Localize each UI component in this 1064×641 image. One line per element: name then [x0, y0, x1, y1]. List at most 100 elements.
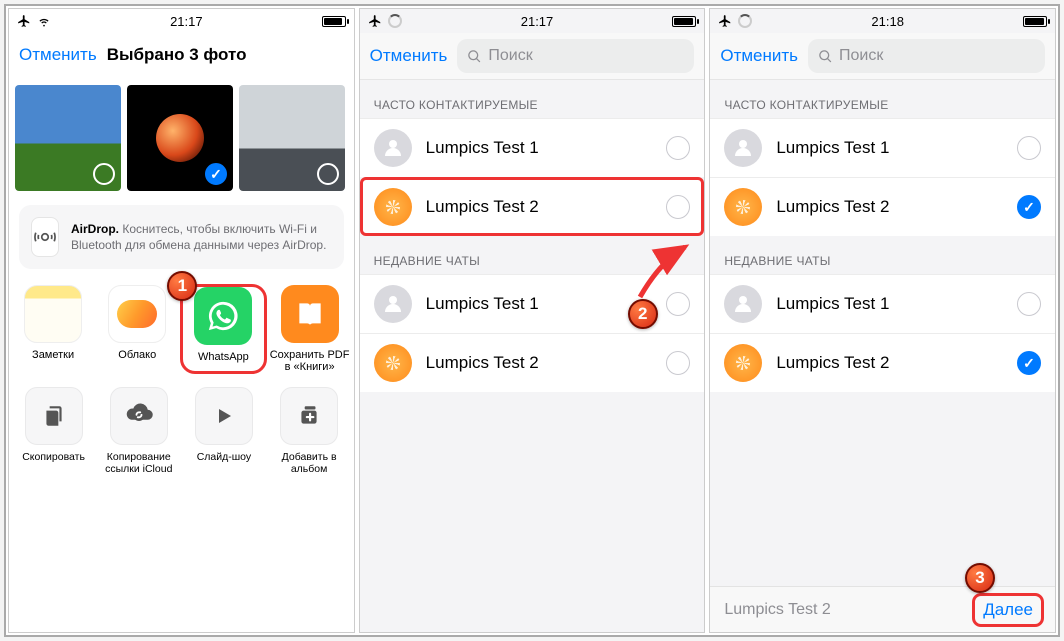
screen-contact-picker: 21:17 Отменить Поиск ЧАСТО КОНТАКТИРУЕМЫ…: [359, 8, 706, 633]
select-radio[interactable]: [666, 195, 690, 219]
search-icon: [818, 49, 833, 64]
step-badge-3: 3: [965, 563, 995, 593]
status-time: 21:18: [871, 14, 904, 29]
action-icloud-link[interactable]: Копирование ссылки iCloud: [98, 387, 179, 475]
contact-row[interactable]: Lumpics Test 1: [360, 118, 705, 177]
status-bar: 21:17: [9, 9, 354, 33]
photo-thumb-1[interactable]: [15, 85, 121, 191]
app-label: Облако: [118, 349, 156, 361]
contact-row-highlighted[interactable]: Lumpics Test 2: [360, 177, 705, 236]
status-bar: 21:17: [360, 9, 705, 33]
app-whatsapp[interactable]: WhatsApp 1: [181, 285, 265, 373]
avatar-placeholder-icon: [724, 129, 762, 167]
select-radio[interactable]: [1017, 136, 1041, 160]
airplane-mode-icon: [718, 14, 732, 28]
battery-icon: [1023, 16, 1047, 27]
photo-thumb-2[interactable]: [127, 85, 233, 191]
app-books[interactable]: Сохранить PDF в «Книги»: [270, 285, 350, 373]
status-time: 21:17: [170, 14, 203, 29]
airdrop-card[interactable]: AirDrop. Коснитесь, чтобы включить Wi-Fi…: [19, 205, 344, 269]
link-icon: [124, 401, 154, 431]
share-apps-row: Заметки Облако WhatsApp 1 Сохранить PDF …: [9, 275, 354, 377]
avatar-orange-icon: [724, 344, 762, 382]
tutorial-composite: 21:17 Отменить Выбрано 3 фото AirDrop. К…: [4, 4, 1060, 637]
section-recent: НЕДАВНИЕ ЧАТЫ: [710, 236, 1055, 274]
select-radio-checked[interactable]: [1017, 195, 1041, 219]
battery-icon: [322, 16, 346, 27]
airdrop-icon: [31, 217, 59, 257]
wifi-icon: [37, 14, 51, 28]
photo-thumb-3[interactable]: [239, 85, 345, 191]
add-album-icon: [296, 403, 322, 429]
contact-row[interactable]: Lumpics Test 1: [710, 118, 1055, 177]
search-input[interactable]: Поиск: [457, 39, 694, 73]
airdrop-text: AirDrop. Коснитесь, чтобы включить Wi-Fi…: [71, 221, 332, 253]
thumb-check[interactable]: [317, 163, 339, 185]
action-label: Копирование ссылки iCloud: [98, 451, 179, 475]
share-actions-row: Скопировать Копирование ссылки iCloud Сл…: [9, 377, 354, 485]
thumb-check[interactable]: [205, 163, 227, 185]
thumb-check[interactable]: [93, 163, 115, 185]
whatsapp-icon: [194, 287, 252, 345]
app-label: WhatsApp: [198, 351, 249, 363]
select-radio[interactable]: [666, 351, 690, 375]
app-label: Сохранить PDF в «Книги»: [270, 349, 350, 373]
contact-name: Lumpics Test 2: [776, 353, 1003, 373]
action-label: Добавить в альбом: [269, 451, 350, 475]
loading-spinner-icon: [738, 14, 752, 28]
action-slideshow[interactable]: Слайд-шоу: [183, 387, 264, 475]
play-icon: [212, 404, 236, 428]
avatar-orange-icon: [374, 188, 412, 226]
contact-name: Lumpics Test 1: [776, 294, 1003, 314]
copy-icon: [41, 403, 67, 429]
picker-footer: Lumpics Test 2 Далее 3: [710, 586, 1055, 632]
cancel-button[interactable]: Отменить: [720, 46, 798, 66]
search-placeholder: Поиск: [488, 47, 532, 65]
select-radio[interactable]: [666, 292, 690, 316]
avatar-placeholder-icon: [374, 285, 412, 323]
picker-navbar: Отменить Поиск: [710, 33, 1055, 80]
cloud-icon: [108, 285, 166, 343]
app-cloud[interactable]: Облако: [97, 285, 177, 373]
notes-icon: [24, 285, 82, 343]
status-bar: 21:18: [710, 9, 1055, 33]
next-button[interactable]: Далее: [975, 596, 1041, 624]
contact-row[interactable]: Lumpics Test 2: [710, 177, 1055, 236]
section-frequent: ЧАСТО КОНТАКТИРУЕМЫЕ: [710, 80, 1055, 118]
share-navbar: Отменить Выбрано 3 фото: [9, 33, 354, 77]
contact-row[interactable]: Lumpics Test 2: [360, 333, 705, 392]
action-add-album[interactable]: Добавить в альбом: [269, 387, 350, 475]
loading-spinner-icon: [388, 14, 402, 28]
status-time: 21:17: [521, 14, 554, 29]
cancel-button[interactable]: Отменить: [370, 46, 448, 66]
picker-navbar: Отменить Поиск: [360, 33, 705, 80]
search-input[interactable]: Поиск: [808, 39, 1045, 73]
share-title: Выбрано 3 фото: [107, 45, 247, 65]
photo-thumbnails: [9, 77, 354, 199]
screen-contact-selected: 21:18 Отменить Поиск ЧАСТО КОНТАКТИРУЕМЫ…: [709, 8, 1056, 633]
app-notes[interactable]: Заметки: [13, 285, 93, 373]
airplane-mode-icon: [17, 14, 31, 28]
screen-share-sheet: 21:17 Отменить Выбрано 3 фото AirDrop. К…: [8, 8, 355, 633]
battery-icon: [672, 16, 696, 27]
select-radio[interactable]: [1017, 292, 1041, 316]
avatar-placeholder-icon: [724, 285, 762, 323]
select-radio[interactable]: [666, 136, 690, 160]
search-icon: [467, 49, 482, 64]
contact-name: Lumpics Test 2: [426, 197, 653, 217]
airplane-mode-icon: [368, 14, 382, 28]
selected-summary: Lumpics Test 2: [724, 601, 830, 619]
cancel-button[interactable]: Отменить: [19, 45, 97, 65]
contact-name: Lumpics Test 2: [426, 353, 653, 373]
contact-row[interactable]: Lumpics Test 1: [710, 274, 1055, 333]
app-label: Заметки: [32, 349, 74, 361]
contact-name: Lumpics Test 1: [426, 294, 653, 314]
action-label: Слайд-шоу: [197, 451, 251, 463]
step-badge-1: 1: [167, 271, 197, 301]
books-icon: [281, 285, 339, 343]
contact-row[interactable]: Lumpics Test 2: [710, 333, 1055, 392]
action-copy[interactable]: Скопировать: [13, 387, 94, 475]
contact-name: Lumpics Test 1: [426, 138, 653, 158]
select-radio-checked[interactable]: [1017, 351, 1041, 375]
action-label: Скопировать: [22, 451, 85, 463]
